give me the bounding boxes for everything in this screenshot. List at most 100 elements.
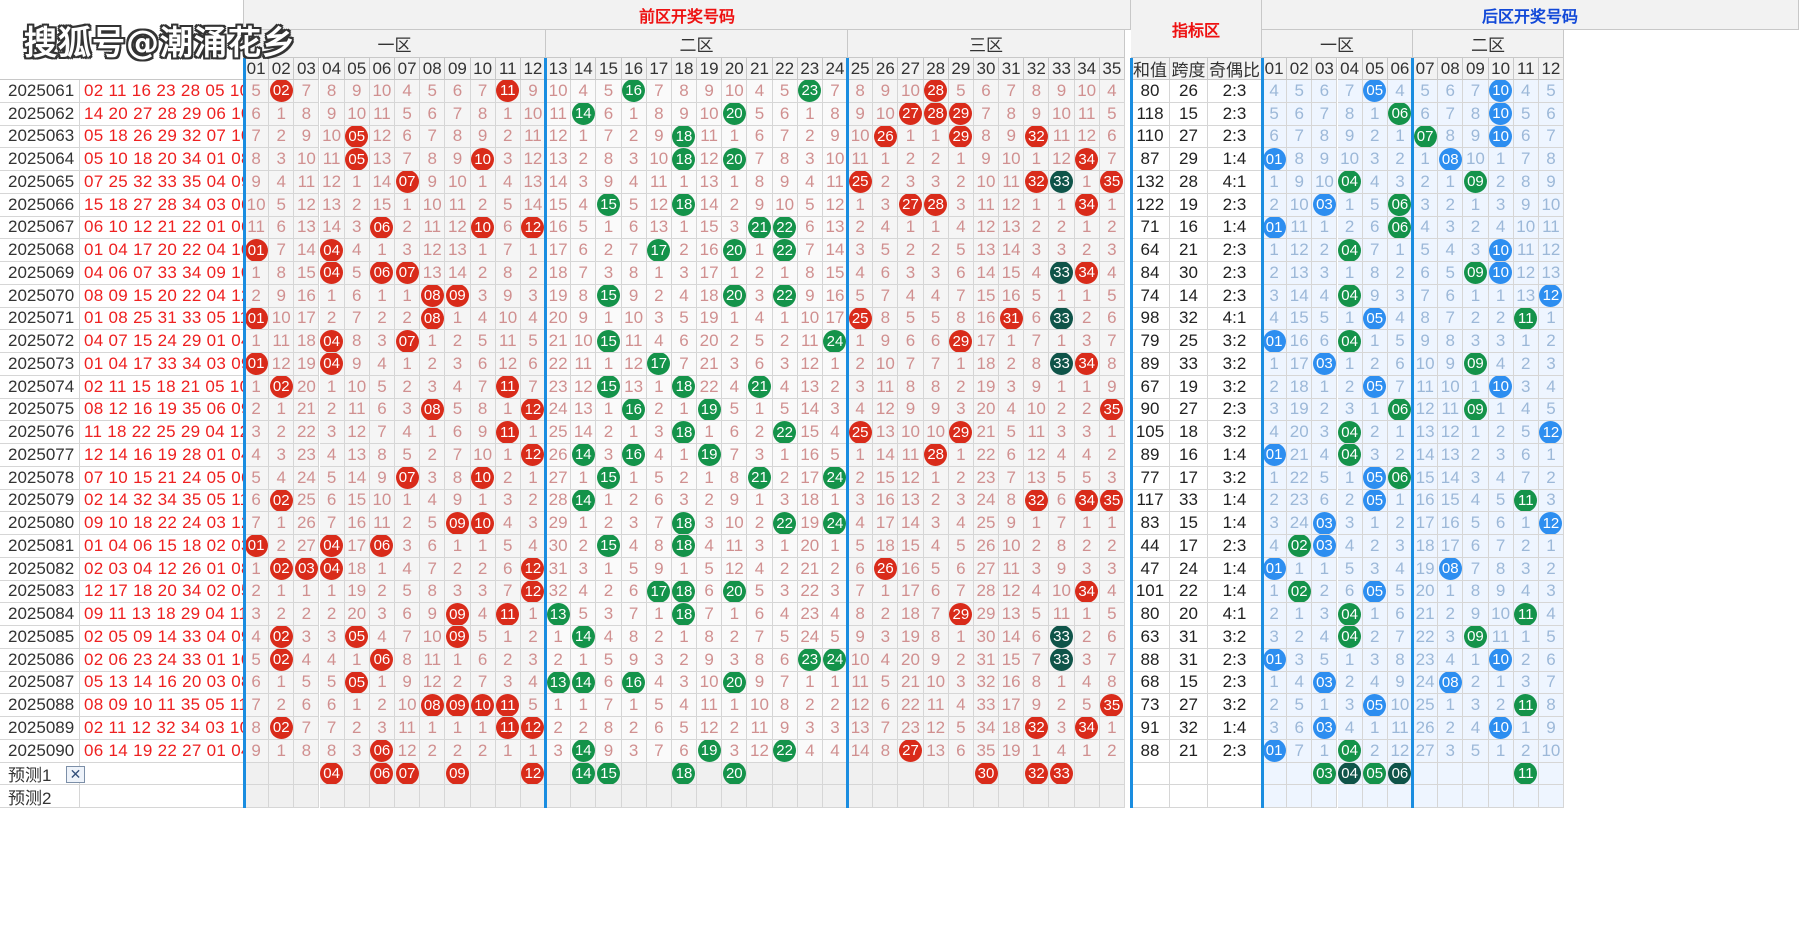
prediction-front-cell[interactable]	[873, 762, 899, 786]
prediction-back-cell[interactable]: 06	[1387, 762, 1413, 786]
prediction-front-cell[interactable]	[369, 785, 395, 808]
prediction-front-cell[interactable]	[646, 762, 672, 786]
prediction-front-cell[interactable]	[319, 785, 345, 808]
prediction-front-cell[interactable]	[596, 785, 622, 808]
prediction-input[interactable]	[80, 785, 244, 808]
prediction-front-cell[interactable]	[797, 762, 823, 786]
prediction-front-cell[interactable]	[621, 785, 647, 808]
prediction-front-cell[interactable]	[546, 785, 572, 808]
prediction-front-cell[interactable]	[873, 785, 899, 808]
prediction-front-cell[interactable]	[948, 785, 974, 808]
prediction-front-cell[interactable]	[1049, 785, 1075, 808]
prediction-back-cell[interactable]	[1513, 785, 1539, 808]
prediction-front-cell[interactable]	[244, 785, 270, 808]
prediction-front-cell[interactable]	[1099, 762, 1125, 786]
prediction-front-cell[interactable]	[948, 762, 974, 786]
prediction-front-cell[interactable]: 12	[520, 762, 547, 786]
prediction-back-cell[interactable]	[1362, 785, 1388, 808]
prediction-front-cell[interactable]	[898, 785, 924, 808]
prediction-front-cell[interactable]: 07	[395, 762, 421, 786]
prediction-front-cell[interactable]	[269, 785, 295, 808]
prediction-front-cell[interactable]	[420, 762, 446, 786]
front-cell: 4	[1099, 580, 1125, 604]
prediction-back-cell[interactable]	[1287, 785, 1313, 808]
prediction-front-cell[interactable]	[747, 762, 773, 786]
prediction-back-cell[interactable]	[1463, 762, 1489, 786]
prediction-front-cell[interactable]	[294, 762, 320, 786]
prediction-back-cell[interactable]	[1538, 785, 1565, 808]
prediction-front-cell[interactable]	[1024, 785, 1050, 808]
prediction-front-cell[interactable]: 33	[1049, 762, 1075, 786]
prediction-back-cell[interactable]	[1312, 785, 1338, 808]
prediction-front-cell[interactable]: 18	[671, 762, 698, 786]
prediction-front-cell[interactable]	[923, 785, 949, 808]
prediction-back-cell[interactable]	[1387, 785, 1413, 808]
prediction-front-cell[interactable]	[420, 785, 446, 808]
prediction-front-cell[interactable]	[495, 785, 521, 808]
prediction-front-cell[interactable]	[697, 785, 723, 808]
prediction-front-cell[interactable]	[269, 762, 295, 786]
prediction-front-cell[interactable]	[822, 785, 849, 808]
close-icon[interactable]: ✕	[66, 765, 85, 783]
prediction-front-cell[interactable]	[470, 762, 496, 786]
prediction-front-cell[interactable]	[546, 762, 572, 786]
prediction-back-cell[interactable]	[1262, 762, 1288, 786]
prediction-front-cell[interactable]	[244, 762, 270, 786]
prediction-back-cell[interactable]	[1262, 785, 1288, 808]
prediction-front-cell[interactable]	[797, 785, 823, 808]
prediction-back-cell[interactable]	[1337, 785, 1363, 808]
prediction-front-cell[interactable]	[1074, 785, 1100, 808]
prediction-front-cell[interactable]: 20	[722, 762, 748, 786]
prediction-front-cell[interactable]	[747, 785, 773, 808]
prediction-front-cell[interactable]	[848, 785, 874, 808]
front-cell: 5	[747, 102, 773, 126]
prediction-back-cell[interactable]	[1438, 762, 1464, 786]
prediction-front-cell[interactable]	[697, 762, 723, 786]
prediction-back-cell[interactable]: 11	[1513, 762, 1539, 786]
prediction-front-cell[interactable]	[772, 762, 798, 786]
prediction-front-cell[interactable]: 15	[596, 762, 622, 786]
prediction-back-cell[interactable]	[1538, 762, 1565, 786]
prediction-back-cell[interactable]: 04	[1337, 762, 1363, 786]
prediction-front-cell[interactable]: 09	[445, 762, 471, 786]
prediction-back-cell[interactable]	[1413, 785, 1439, 808]
prediction-back-cell[interactable]	[1413, 762, 1439, 786]
prediction-front-cell[interactable]	[923, 762, 949, 786]
prediction-front-cell[interactable]	[848, 762, 874, 786]
prediction-back-cell[interactable]	[1463, 785, 1489, 808]
prediction-front-cell[interactable]	[898, 762, 924, 786]
prediction-front-cell[interactable]	[520, 785, 547, 808]
prediction-front-cell[interactable]: 30	[973, 762, 1000, 786]
prediction-front-cell[interactable]: 14	[571, 762, 597, 786]
prediction-front-cell[interactable]	[344, 785, 370, 808]
prediction-back-cell[interactable]	[1488, 762, 1514, 786]
prediction-back-cell[interactable]	[1287, 762, 1313, 786]
prediction-front-cell[interactable]	[621, 762, 647, 786]
prediction-front-cell[interactable]	[999, 785, 1025, 808]
prediction-front-cell[interactable]	[571, 785, 597, 808]
prediction-front-cell[interactable]	[722, 785, 748, 808]
prediction-back-cell[interactable]	[1488, 785, 1514, 808]
prediction-front-cell[interactable]	[999, 762, 1025, 786]
prediction-front-cell[interactable]	[646, 785, 672, 808]
prediction-front-cell[interactable]: 06	[369, 762, 395, 786]
prediction-front-cell[interactable]	[822, 762, 849, 786]
prediction-front-cell[interactable]	[671, 785, 698, 808]
prediction-front-cell[interactable]	[1074, 762, 1100, 786]
prediction-front-cell[interactable]	[395, 785, 421, 808]
prediction-front-cell[interactable]	[470, 785, 496, 808]
prediction-input[interactable]	[80, 762, 244, 786]
prediction-front-cell[interactable]	[445, 785, 471, 808]
prediction-back-cell[interactable]	[1438, 785, 1464, 808]
prediction-front-cell[interactable]	[1099, 785, 1125, 808]
prediction-front-cell[interactable]	[973, 785, 1000, 808]
prediction-front-cell[interactable]	[495, 762, 521, 786]
prediction-back-cell[interactable]: 03	[1312, 762, 1338, 786]
prediction-front-cell[interactable]	[772, 785, 798, 808]
prediction-front-cell[interactable]	[344, 762, 370, 786]
prediction-front-cell[interactable]: 04	[319, 762, 345, 786]
prediction-front-cell[interactable]	[294, 785, 320, 808]
prediction-front-cell[interactable]: 32	[1024, 762, 1050, 786]
prediction-back-cell[interactable]: 05	[1362, 762, 1388, 786]
front-cell: 2	[269, 421, 295, 444]
